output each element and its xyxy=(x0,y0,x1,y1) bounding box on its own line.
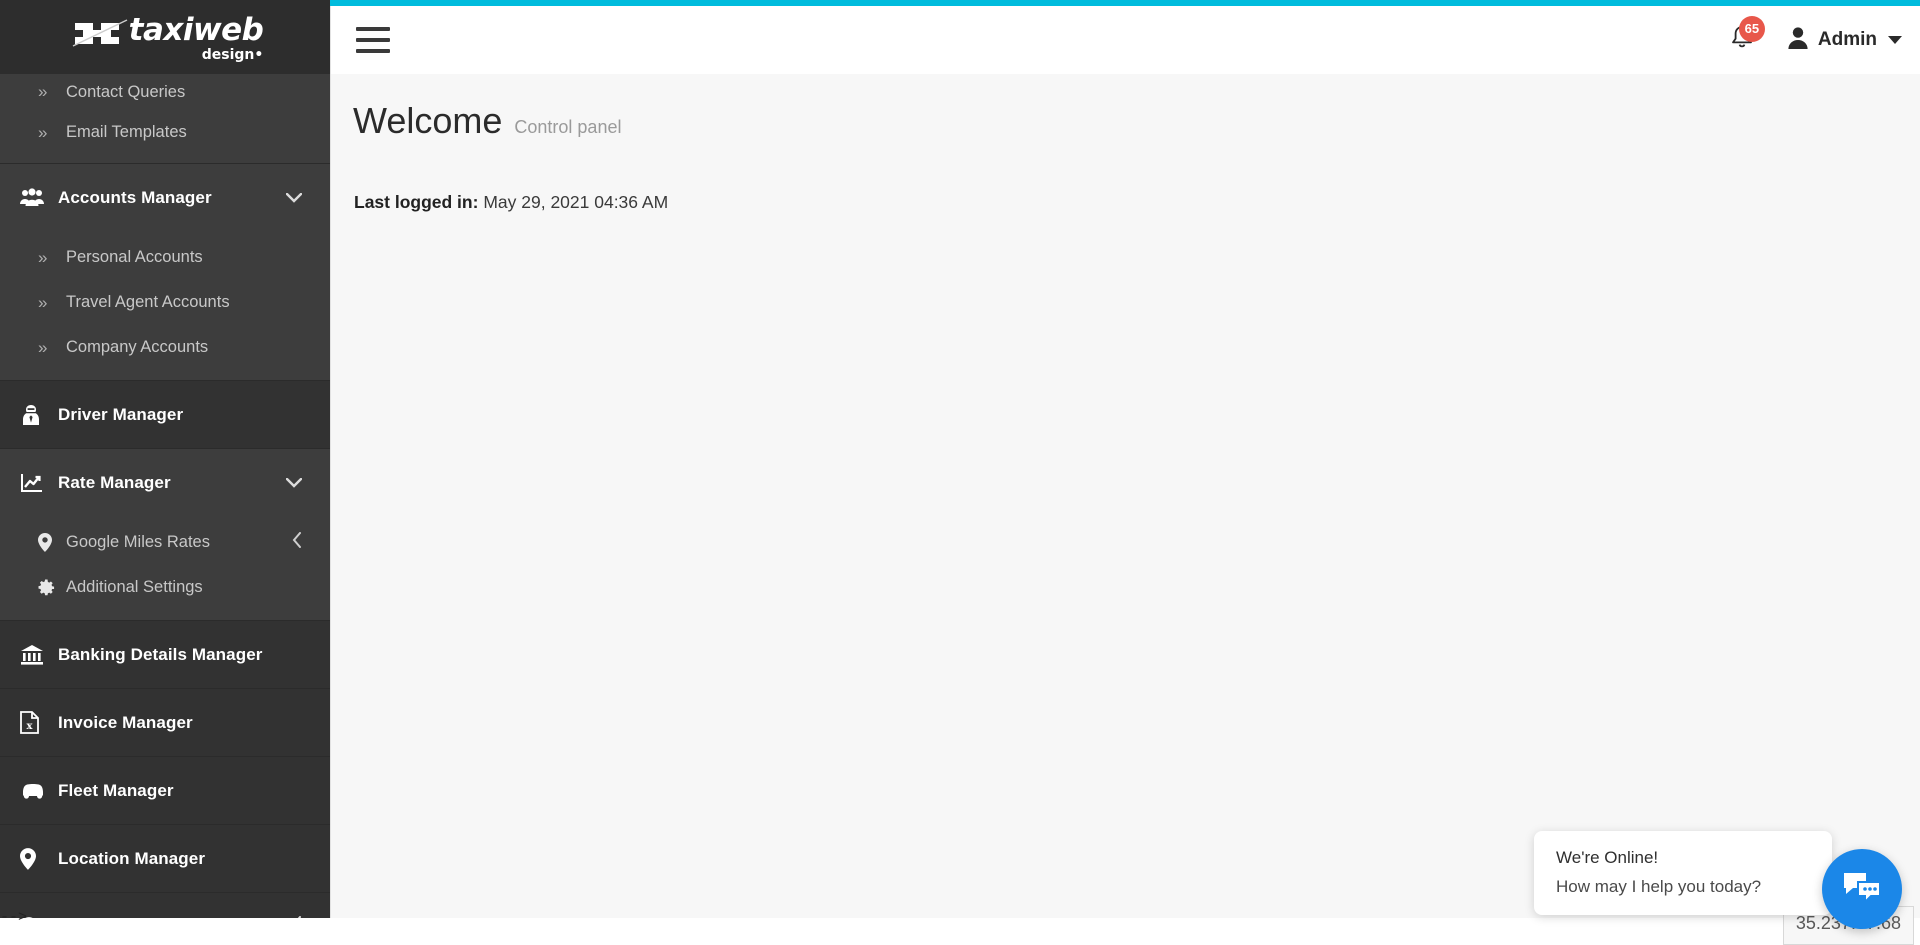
sidebar-item-label: Travel Agent Accounts xyxy=(66,293,230,311)
sidebar-item-label: SEO Tools xyxy=(58,917,144,919)
app-root: taxiweb design• » Contact Queries » Emai… xyxy=(0,0,1920,945)
notifications-button[interactable]: 65 xyxy=(1723,15,1765,61)
sidebar-item-label: Google Miles Rates xyxy=(66,533,210,551)
sidebar-item-label: Location Manager xyxy=(58,848,206,868)
sidebar-nav: » Contact Queries » Email Templates Acco… xyxy=(0,74,330,918)
footer-strip xyxy=(0,918,1920,945)
sidebar: taxiweb design• » Contact Queries » Emai… xyxy=(0,0,330,918)
users-group-icon xyxy=(20,187,58,208)
chevron-down-icon xyxy=(285,473,303,493)
sidebar-item-banking-details-manager[interactable]: Banking Details Manager xyxy=(0,621,330,688)
map-marker-icon xyxy=(20,847,58,870)
sidebar-item-accounts-manager[interactable]: Accounts Manager xyxy=(0,164,330,231)
sidebar-item-label: Banking Details Manager xyxy=(58,644,263,664)
chevron-double-right-icon: » xyxy=(38,122,48,142)
html-comment-artifact: --> xyxy=(0,909,28,926)
sidebar-item-label: Rate Manager xyxy=(58,472,171,492)
page-header: Welcome Control panel xyxy=(330,74,1920,142)
gear-icon xyxy=(38,579,64,597)
top-header: 65 Admin xyxy=(330,6,1920,74)
last-login-row: Last logged in: May 29, 2021 04:36 AM xyxy=(354,192,1920,213)
last-login-value: May 29, 2021 04:36 AM xyxy=(483,192,669,212)
car-icon xyxy=(20,782,58,799)
notification-badge: 65 xyxy=(1738,15,1765,42)
sidebar-item-label: Driver Manager xyxy=(58,404,184,424)
user-menu[interactable]: Admin xyxy=(1787,26,1902,55)
sidebar-item-label: Email Templates xyxy=(66,123,187,141)
sidebar-group-partial: » Contact Queries » Email Templates xyxy=(0,74,330,163)
hamburger-menu-icon[interactable] xyxy=(350,20,396,60)
sidebar-edge xyxy=(330,0,331,918)
sidebar-item-label: Personal Accounts xyxy=(66,248,203,266)
brand-logo[interactable]: taxiweb design• xyxy=(0,0,330,74)
chevron-down-icon xyxy=(285,188,303,208)
sidebar-item-rate-manager[interactable]: Rate Manager xyxy=(0,449,330,516)
chat-greeting-bubble[interactable]: We're Online! How may I help you today? xyxy=(1534,831,1832,915)
sidebar-item-fleet-manager[interactable]: Fleet Manager xyxy=(0,757,330,824)
sidebar-item-company-accounts[interactable]: » Company Accounts xyxy=(0,325,330,370)
chat-bubbles-icon xyxy=(1841,870,1883,909)
sidebar-item-label: Accounts Manager xyxy=(58,187,212,207)
sidebar-item-driver-manager[interactable]: Driver Manager xyxy=(0,381,330,448)
page-subtitle: Control panel xyxy=(514,117,622,137)
chevron-double-right-icon: » xyxy=(38,292,48,312)
bank-icon xyxy=(20,644,58,666)
sidebar-submenu-accounts-manager: » Personal Accounts » Travel Agent Accou… xyxy=(0,231,330,380)
sidebar-item-invoice-manager[interactable]: x Invoice Manager xyxy=(0,689,330,756)
file-excel-icon: x xyxy=(20,711,58,734)
chart-line-icon xyxy=(20,472,58,494)
sidebar-item-label: Additional Settings xyxy=(66,578,203,596)
chevron-double-right-icon: » xyxy=(38,82,48,101)
user-avatar-icon xyxy=(1787,26,1809,55)
sidebar-item-seo-tools[interactable]: SEO Tools xyxy=(0,893,330,918)
chat-launcher-button[interactable] xyxy=(1822,849,1902,929)
chat-greeting-line-1: We're Online! xyxy=(1556,848,1659,867)
chevron-double-right-icon: » xyxy=(38,247,48,267)
chat-greeting-line-2: How may I help you today? xyxy=(1556,877,1762,896)
taxiweb-logo-icon xyxy=(67,13,133,60)
last-login-label: Last logged in: xyxy=(354,192,479,212)
brand-subtitle: design• xyxy=(201,46,264,63)
chevron-double-right-icon: » xyxy=(38,337,48,357)
sidebar-item-label: Invoice Manager xyxy=(58,712,193,732)
sidebar-submenu-rate-manager: Google Miles Rates Additional Settings xyxy=(0,516,330,620)
sidebar-item-travel-agent-accounts[interactable]: » Travel Agent Accounts xyxy=(0,280,330,325)
chevron-left-icon xyxy=(292,916,302,918)
brand-name: taxiweb xyxy=(128,11,264,48)
sidebar-item-contact-queries[interactable]: » Contact Queries xyxy=(0,74,330,110)
sidebar-item-additional-settings[interactable]: Additional Settings xyxy=(0,565,330,610)
sidebar-item-label: Company Accounts xyxy=(66,338,209,356)
sidebar-item-email-templates[interactable]: » Email Templates xyxy=(0,110,330,155)
header-actions: 65 Admin xyxy=(1723,6,1902,74)
sidebar-item-personal-accounts[interactable]: » Personal Accounts xyxy=(0,235,330,280)
user-name: Admin xyxy=(1817,29,1877,50)
map-marker-icon xyxy=(38,533,64,552)
sidebar-item-google-miles-rates[interactable]: Google Miles Rates xyxy=(0,520,330,565)
sidebar-item-label: Contact Queries xyxy=(66,82,186,101)
page-title: Welcome xyxy=(353,100,503,141)
sidebar-item-label: Fleet Manager xyxy=(58,780,174,800)
top-accent-bar xyxy=(330,0,1920,6)
driver-user-tie-icon xyxy=(20,404,58,426)
main-content: Welcome Control panel Last logged in: Ma… xyxy=(330,74,1920,945)
chevron-left-icon xyxy=(292,532,302,553)
svg-text:x: x xyxy=(27,721,34,732)
caret-down-icon xyxy=(1888,36,1902,44)
sidebar-item-location-manager[interactable]: Location Manager xyxy=(0,825,330,892)
